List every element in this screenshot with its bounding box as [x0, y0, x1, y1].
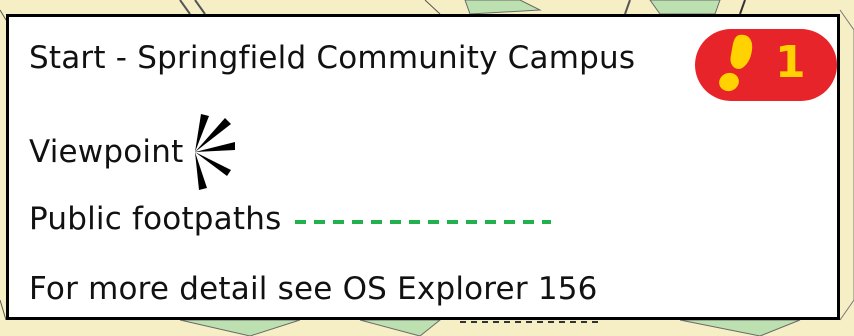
- footpaths-label: Public footpaths: [29, 201, 282, 237]
- legend-viewpoint-row: Viewpoint: [29, 112, 239, 192]
- footpath-line-sample: [295, 220, 552, 224]
- footprint-icon: [719, 34, 753, 92]
- map-legend: Start - Springfield Community Campus 1 V…: [6, 14, 840, 320]
- start-number: 1: [775, 37, 806, 88]
- legend-footpaths-row: Public footpaths: [29, 201, 552, 237]
- viewpoint-label: Viewpoint: [29, 134, 184, 170]
- start-badge: 1: [695, 29, 837, 101]
- viewpoint-icon: [195, 114, 236, 190]
- legend-os-row: For more detail see OS Explorer 156: [29, 271, 598, 307]
- os-explorer-note: For more detail see OS Explorer 156: [29, 271, 598, 307]
- legend-start-row: Start - Springfield Community Campus: [29, 40, 635, 76]
- start-label: Start - Springfield Community Campus: [29, 40, 636, 76]
